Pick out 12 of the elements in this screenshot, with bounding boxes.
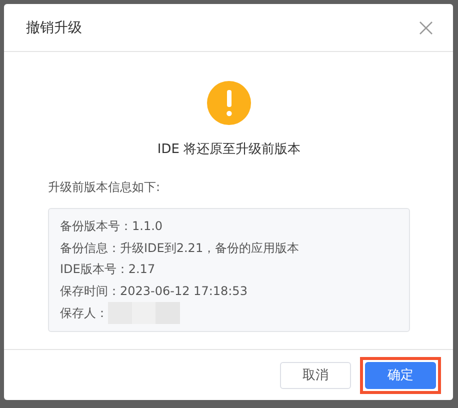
info-line: 备份版本号：1.1.0 xyxy=(60,218,163,235)
info-line: IDE版本号：2.17 xyxy=(60,261,156,278)
cancel-button[interactable]: 取消 xyxy=(280,362,351,388)
confirm-button[interactable]: 确定 xyxy=(365,362,436,388)
warning-icon xyxy=(207,81,251,125)
info-line: 备份信息：升级IDE到2.21，备份的应用版本 xyxy=(60,240,300,257)
info-line: 保存人： xyxy=(60,304,108,322)
message-text: IDE 将还原至升级前版本 xyxy=(156,141,302,159)
info-line: 保存时间：2023-06-12 17:18:53 xyxy=(60,282,248,300)
close-icon[interactable] xyxy=(419,20,433,34)
info-label: 升级前版本信息如下: xyxy=(48,179,162,195)
dialog-title: 撤销升级 xyxy=(26,18,82,36)
